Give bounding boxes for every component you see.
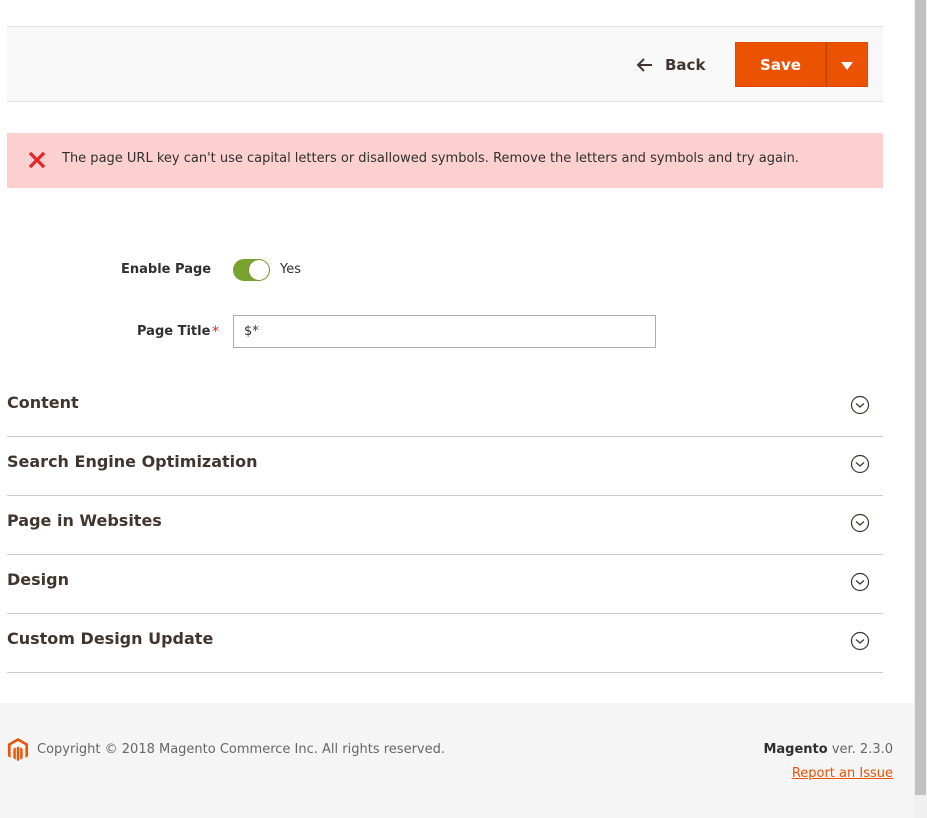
chevron-down-icon	[850, 395, 870, 419]
page: Back Save The page URL key can't use cap…	[0, 0, 914, 818]
enable-page-label: Enable Page	[121, 262, 212, 277]
save-button-group: Save	[735, 42, 868, 87]
enable-page-toggle[interactable]	[233, 259, 270, 281]
section-design[interactable]: Design	[7, 555, 883, 614]
chevron-down-icon	[850, 513, 870, 537]
page-title-label: Page Title	[137, 324, 211, 339]
save-button[interactable]: Save	[735, 42, 826, 87]
error-x-icon	[28, 151, 46, 172]
version-number: ver. 2.3.0	[831, 742, 893, 757]
version-info: Magento ver. 2.3.0	[763, 742, 893, 757]
section-title: Content	[7, 393, 79, 412]
section-title: Page in Websites	[7, 511, 162, 530]
section-title: Design	[7, 570, 69, 589]
arrow-left-icon	[637, 58, 653, 72]
section-search-engine-optimization[interactable]: Search Engine Optimization	[7, 437, 883, 496]
required-marker: *	[212, 324, 219, 340]
chevron-down-icon	[850, 454, 870, 478]
caret-down-icon	[841, 55, 853, 74]
section-title: Custom Design Update	[7, 629, 214, 648]
page-title-input[interactable]	[233, 315, 656, 348]
brand-name: Magento	[763, 742, 828, 757]
section-content[interactable]: Content	[7, 378, 883, 437]
toggle-knob	[249, 260, 269, 280]
enable-page-value: Yes	[280, 262, 301, 277]
error-message: The page URL key can't use capital lette…	[7, 133, 883, 188]
back-button[interactable]: Back	[637, 54, 705, 76]
scrollbar-thumb[interactable]	[915, 0, 926, 795]
chevron-down-icon	[850, 631, 870, 655]
footer: Copyright © 2018 Magento Commerce Inc. A…	[0, 703, 914, 818]
magento-logo-icon	[7, 738, 29, 766]
copyright-text: Copyright © 2018 Magento Commerce Inc. A…	[37, 742, 445, 757]
report-issue-link[interactable]: Report an Issue	[792, 766, 893, 781]
save-options-toggle[interactable]	[826, 42, 868, 87]
section-page-in-websites[interactable]: Page in Websites	[7, 496, 883, 555]
error-message-text: The page URL key can't use capital lette…	[62, 151, 799, 166]
section-title: Search Engine Optimization	[7, 452, 258, 471]
page-actions-bar: Back Save	[7, 26, 883, 102]
chevron-down-icon	[850, 572, 870, 596]
back-button-label: Back	[665, 56, 706, 74]
section-custom-design-update[interactable]: Custom Design Update	[7, 614, 883, 673]
